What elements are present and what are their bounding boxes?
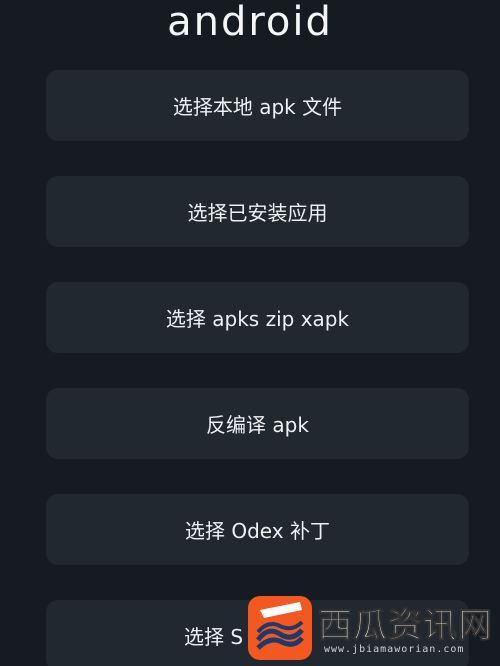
watermark-text: 西瓜资讯网	[318, 606, 493, 647]
select-apks-zip-xapk-label: 选择 apks zip xapk	[165, 307, 350, 331]
watermark-logo-icon	[248, 596, 312, 660]
watermark-url: www.jbiamaworian.com	[324, 644, 465, 655]
select-odex-patch-label: 选择 Odex 补丁	[185, 519, 330, 543]
android-logo: android	[167, 0, 333, 45]
app-screen: android 选择本地 apk 文件 选择已安装应用 选择 apks zip …	[0, 0, 500, 666]
decompile-apk-button[interactable]: 反编译 apk	[46, 388, 469, 459]
decompile-apk-label: 反编译 apk	[206, 413, 309, 437]
select-local-apk-button[interactable]: 选择本地 apk 文件	[46, 70, 469, 141]
watermark: 西瓜资讯网 www.jbiamaworian.com	[240, 592, 500, 666]
select-installed-app-button[interactable]: 选择已安装应用	[46, 176, 469, 247]
select-s-label: 选择 S	[184, 625, 244, 649]
select-local-apk-label: 选择本地 apk 文件	[172, 95, 343, 119]
select-apks-zip-xapk-button[interactable]: 选择 apks zip xapk	[46, 282, 469, 353]
select-odex-patch-button[interactable]: 选择 Odex 补丁	[46, 494, 469, 565]
select-installed-app-label: 选择已安装应用	[187, 201, 328, 225]
